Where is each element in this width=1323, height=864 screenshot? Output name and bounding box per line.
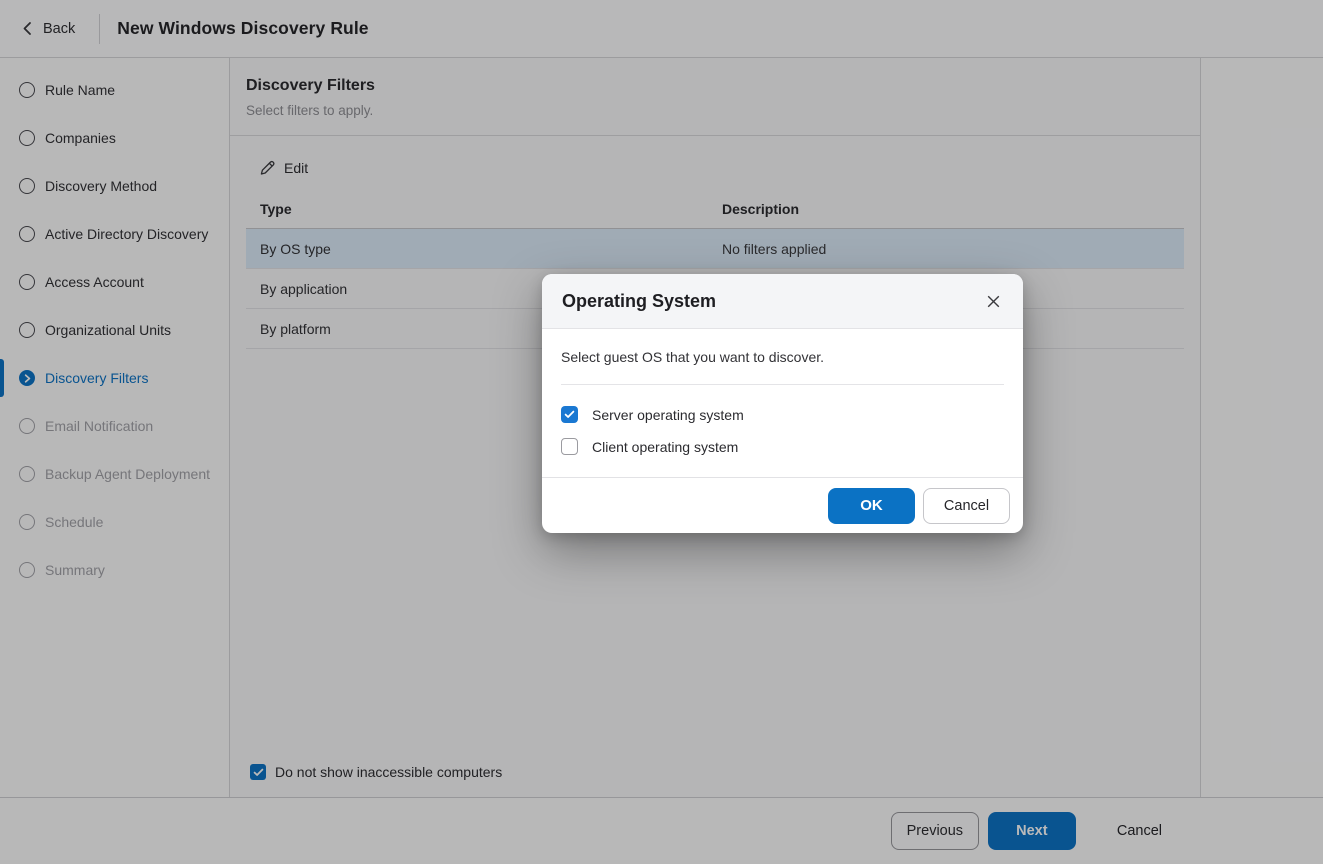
dialog-footer: OK Cancel <box>542 477 1023 533</box>
close-icon[interactable] <box>983 291 1003 311</box>
dialog-title: Operating System <box>562 291 716 312</box>
checkbox-checked-icon <box>561 406 578 423</box>
dialog-body: Select guest OS that you want to discove… <box>542 329 1023 477</box>
checkbox-label: Server operating system <box>592 407 744 423</box>
checkbox-unchecked-icon <box>561 438 578 455</box>
operating-system-dialog: Operating System Select guest OS that yo… <box>542 274 1023 533</box>
checkbox-label: Client operating system <box>592 439 738 455</box>
dialog-header: Operating System <box>542 274 1023 329</box>
dialog-cancel-button[interactable]: Cancel <box>923 488 1010 524</box>
dialog-description: Select guest OS that you want to discove… <box>561 349 1004 365</box>
dialog-divider <box>561 384 1004 385</box>
server-os-checkbox[interactable]: Server operating system <box>561 406 1004 423</box>
client-os-checkbox[interactable]: Client operating system <box>561 438 1004 455</box>
ok-button[interactable]: OK <box>828 488 915 524</box>
